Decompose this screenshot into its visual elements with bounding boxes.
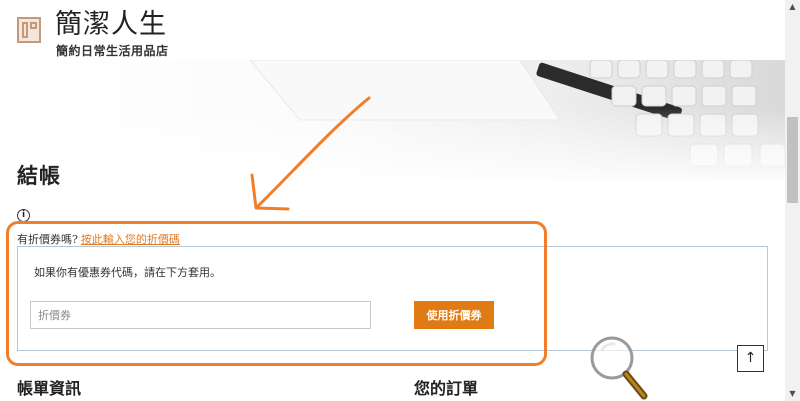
- site-logo-icon[interactable]: [17, 17, 41, 43]
- info-icon: i: [17, 209, 30, 222]
- coupon-prompt-text: 有折價券嗎?: [17, 233, 78, 246]
- coupon-form: 如果你有優惠券代碼，請在下方套用。 使用折價券: [17, 246, 768, 351]
- site-title[interactable]: 簡潔人生: [55, 2, 167, 41]
- coupon-code-input[interactable]: [30, 301, 371, 329]
- logo-mark-right: [30, 22, 37, 29]
- logo-mark-left: [22, 22, 28, 38]
- your-order-heading: 您的訂單: [414, 379, 479, 398]
- scroll-up-arrow-icon[interactable]: ▲: [785, 0, 800, 14]
- back-to-top-button[interactable]: ↑: [737, 345, 764, 372]
- scrollbar-thumb[interactable]: [787, 117, 798, 203]
- arrow-up-icon: ↑: [744, 350, 757, 366]
- page-scrollbar[interactable]: ▲ ▼: [785, 0, 800, 401]
- enter-coupon-link[interactable]: 按此輸入您的折價碼: [81, 233, 180, 246]
- coupon-description: 如果你有優惠券代碼，請在下方套用。: [34, 266, 221, 279]
- scroll-down-arrow-icon[interactable]: ▼: [785, 387, 800, 401]
- coupon-prompt: 有折價券嗎? 按此輸入您的折價碼: [17, 231, 180, 247]
- page-title: 結帳: [17, 163, 61, 188]
- site-tagline: 簡約日常生活用品店: [56, 44, 169, 58]
- hero-banner-image: [0, 60, 785, 180]
- billing-details-heading: 帳單資訊: [17, 379, 82, 398]
- apply-coupon-button[interactable]: 使用折價券: [414, 301, 494, 329]
- site-header: 簡潔人生 簡約日常生活用品店: [0, 0, 785, 60]
- hero-fade-overlay: [0, 60, 785, 180]
